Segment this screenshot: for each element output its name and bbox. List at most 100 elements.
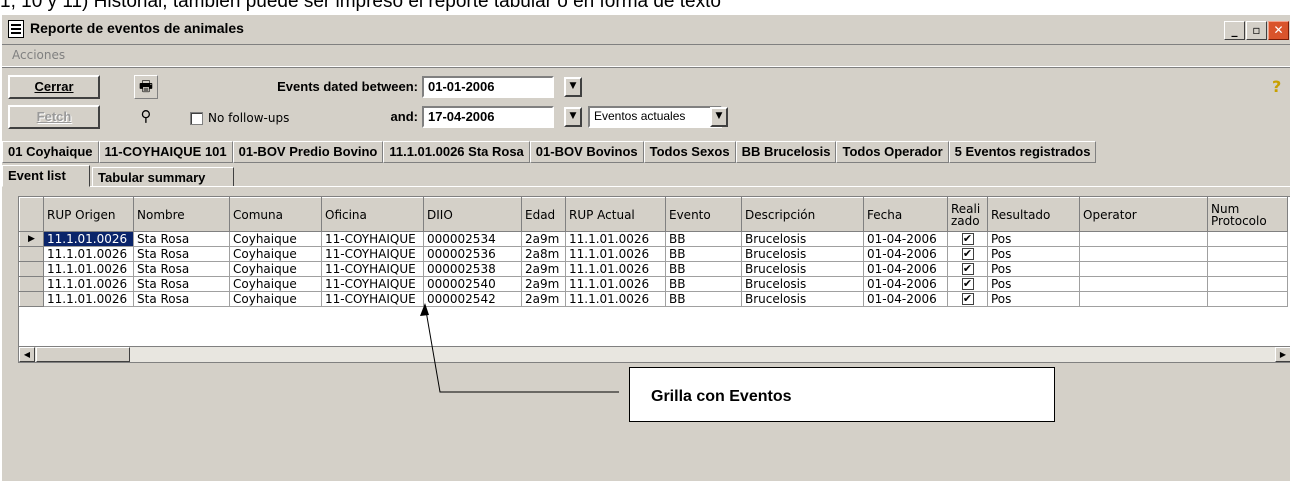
table-cell[interactable] bbox=[1079, 291, 1208, 307]
realizado-checkbox[interactable]: ✔ bbox=[961, 233, 974, 245]
date-to-dropdown[interactable]: ▼ bbox=[564, 107, 582, 127]
tab-tabular-summary[interactable]: Tabular summary bbox=[92, 167, 234, 187]
scroll-left-icon[interactable]: ◀ bbox=[19, 347, 35, 362]
table-cell[interactable] bbox=[1207, 246, 1288, 262]
table-cell[interactable]: 11.1.01.0026 bbox=[43, 261, 134, 277]
table-cell[interactable]: ✔ bbox=[947, 246, 988, 262]
date-to-field[interactable]: 17-04-2006 bbox=[422, 106, 554, 128]
table-cell[interactable]: 000002540 bbox=[423, 276, 522, 292]
scroll-thumb[interactable] bbox=[36, 347, 130, 362]
table-cell[interactable]: 01-04-2006 bbox=[863, 276, 948, 292]
no-followups-checkbox[interactable] bbox=[190, 112, 203, 125]
table-cell[interactable]: 000002534 bbox=[423, 231, 522, 247]
table-cell[interactable]: Coyhaique bbox=[229, 276, 322, 292]
current-row-indicator-icon[interactable]: ▶ bbox=[19, 231, 44, 247]
table-row[interactable]: 11.1.01.0026 Sta Rosa Coyhaique 11-COYHAIQU… bbox=[19, 276, 1288, 292]
row-selector[interactable] bbox=[19, 246, 44, 262]
table-cell[interactable]: Brucelosis bbox=[741, 261, 864, 277]
table-cell[interactable]: 01-04-2006 bbox=[863, 261, 948, 277]
table-cell[interactable]: ✔ bbox=[947, 231, 988, 247]
realizado-checkbox[interactable]: ✔ bbox=[961, 248, 974, 260]
row-selector[interactable] bbox=[19, 261, 44, 277]
table-cell[interactable]: 11-COYHAIQUE bbox=[321, 246, 424, 262]
table-cell[interactable]: Coyhaique bbox=[229, 231, 322, 247]
table-cell[interactable]: Sta Rosa bbox=[133, 291, 230, 307]
table-cell[interactable]: 2a9m bbox=[521, 231, 566, 247]
table-cell[interactable]: Coyhaique bbox=[229, 291, 322, 307]
table-cell[interactable]: Sta Rosa bbox=[133, 231, 230, 247]
table-cell[interactable] bbox=[1207, 291, 1288, 307]
table-cell[interactable]: 11.1.01.0026 bbox=[565, 231, 666, 247]
column-header[interactable]: Oficina bbox=[321, 197, 424, 232]
date-from-dropdown[interactable]: ▼ bbox=[564, 77, 582, 97]
table-cell[interactable]: Brucelosis bbox=[741, 246, 864, 262]
table-cell[interactable]: Sta Rosa bbox=[133, 276, 230, 292]
table-cell[interactable]: BB bbox=[665, 231, 742, 247]
column-header[interactable]: Resultado bbox=[987, 197, 1080, 232]
table-cell[interactable] bbox=[1079, 231, 1208, 247]
table-cell[interactable]: Pos bbox=[987, 291, 1080, 307]
column-header[interactable]: RUP Actual bbox=[565, 197, 666, 232]
table-cell[interactable]: Pos bbox=[987, 231, 1080, 247]
table-cell[interactable]: 11.1.01.0026 bbox=[565, 261, 666, 277]
table-cell[interactable]: 2a8m bbox=[521, 246, 566, 262]
scroll-right-icon[interactable]: ▶ bbox=[1275, 347, 1290, 362]
table-cell[interactable]: 2a9m bbox=[521, 276, 566, 292]
tab-event-list[interactable]: Event list bbox=[2, 165, 90, 187]
realizado-checkbox[interactable]: ✔ bbox=[961, 263, 974, 275]
table-cell[interactable] bbox=[1207, 276, 1288, 292]
table-cell[interactable]: Pos bbox=[987, 246, 1080, 262]
binoculars-icon[interactable]: ⚲ bbox=[134, 105, 158, 129]
printer-icon[interactable]: 🖶 bbox=[134, 75, 158, 99]
table-cell[interactable]: 11.1.01.0026 bbox=[43, 276, 134, 292]
column-header[interactable]: Fecha bbox=[863, 197, 948, 232]
table-row[interactable]: 11.1.01.0026 Sta Rosa Coyhaique 11-COYHAIQU… bbox=[19, 261, 1288, 277]
column-header[interactable]: Descripción bbox=[741, 197, 864, 232]
table-cell[interactable]: 000002538 bbox=[423, 261, 522, 277]
table-cell[interactable]: 11-COYHAIQUE bbox=[321, 261, 424, 277]
column-header[interactable]: Edad bbox=[521, 197, 566, 232]
table-cell[interactable] bbox=[1207, 231, 1288, 247]
table-row[interactable]: ▶ 11.1.01.0026 Sta Rosa Coyhaique 11-COYHAIQ… bbox=[19, 231, 1288, 247]
restore-button[interactable]: ▫ bbox=[1246, 21, 1267, 40]
events-grid[interactable]: RUP Origen Nombre Comuna Oficina DIIO Ed… bbox=[18, 196, 1290, 353]
close-button[interactable]: ✕ bbox=[1268, 21, 1289, 40]
table-cell[interactable]: Brucelosis bbox=[741, 276, 864, 292]
table-cell[interactable]: 01-04-2006 bbox=[863, 291, 948, 307]
table-cell[interactable]: Sta Rosa bbox=[133, 246, 230, 262]
table-cell[interactable]: Brucelosis bbox=[741, 231, 864, 247]
table-row[interactable]: 11.1.01.0026 Sta Rosa Coyhaique 11-COYHAIQU… bbox=[19, 291, 1288, 307]
table-cell[interactable]: Sta Rosa bbox=[133, 261, 230, 277]
table-row[interactable]: 11.1.01.0026 Sta Rosa Coyhaique 11-COYHAIQU… bbox=[19, 246, 1288, 262]
column-header[interactable]: RUP Origen bbox=[43, 197, 134, 232]
table-cell[interactable] bbox=[1207, 261, 1288, 277]
column-header[interactable]: Comuna bbox=[229, 197, 322, 232]
table-cell[interactable]: Pos bbox=[987, 276, 1080, 292]
realizado-checkbox[interactable]: ✔ bbox=[961, 278, 974, 290]
minimize-button[interactable]: _ bbox=[1224, 21, 1245, 40]
table-cell[interactable]: 01-04-2006 bbox=[863, 246, 948, 262]
date-from-field[interactable]: 01-01-2006 bbox=[422, 76, 554, 98]
fetch-button[interactable]: Fetch bbox=[8, 105, 100, 129]
horizontal-scrollbar[interactable]: ◀ ▶ bbox=[18, 346, 1290, 363]
table-cell[interactable]: 000002536 bbox=[423, 246, 522, 262]
table-cell[interactable]: 11-COYHAIQUE bbox=[321, 231, 424, 247]
table-cell[interactable]: 11-COYHAIQUE bbox=[321, 291, 424, 307]
menu-acciones[interactable]: Acciones bbox=[12, 48, 65, 62]
table-cell[interactable]: ✔ bbox=[947, 276, 988, 292]
table-cell[interactable]: 000002542 bbox=[423, 291, 522, 307]
column-header[interactable]: Evento bbox=[665, 197, 742, 232]
realizado-checkbox[interactable]: ✔ bbox=[961, 293, 974, 305]
table-cell[interactable]: Coyhaique bbox=[229, 246, 322, 262]
column-header[interactable]: Nombre bbox=[133, 197, 230, 232]
table-cell[interactable]: Pos bbox=[987, 261, 1080, 277]
table-cell[interactable]: 11.1.01.0026 bbox=[43, 246, 134, 262]
table-cell[interactable]: 11.1.01.0026 bbox=[565, 291, 666, 307]
table-cell[interactable] bbox=[1079, 276, 1208, 292]
table-cell[interactable]: 01-04-2006 bbox=[863, 231, 948, 247]
table-cell[interactable]: BB bbox=[665, 261, 742, 277]
table-cell[interactable]: 2a9m bbox=[521, 261, 566, 277]
table-cell[interactable]: BB bbox=[665, 291, 742, 307]
eventos-select[interactable]: Eventos actuales bbox=[588, 106, 722, 128]
column-header[interactable]: DIIO bbox=[423, 197, 522, 232]
